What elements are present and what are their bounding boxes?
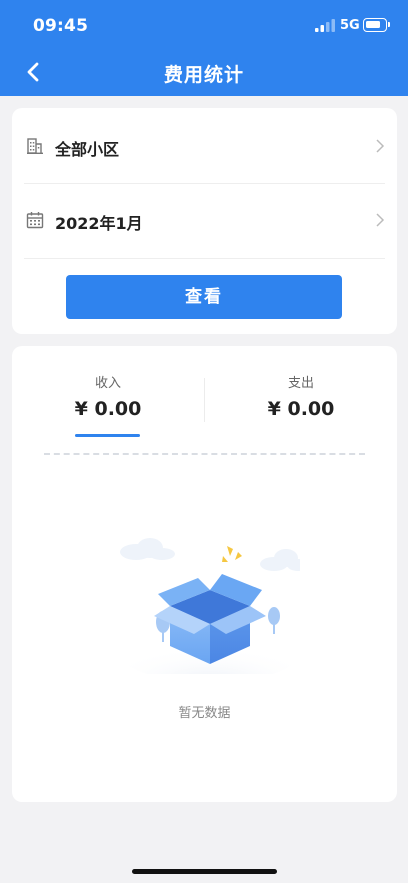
battery-icon bbox=[363, 18, 390, 32]
active-tab-indicator bbox=[75, 434, 140, 437]
expense-tab[interactable]: 支出 ¥ 0.00 bbox=[205, 346, 397, 441]
building-icon bbox=[27, 138, 43, 154]
calendar-icon bbox=[26, 212, 44, 229]
chevron-right-icon bbox=[376, 139, 385, 153]
signal-icon bbox=[315, 19, 335, 32]
page-title: 费用统计 bbox=[163, 64, 244, 86]
dashed-divider bbox=[44, 453, 365, 455]
income-tab[interactable]: 收入 ¥ 0.00 bbox=[12, 346, 204, 441]
divider bbox=[24, 258, 385, 259]
income-value: ¥ 0.00 bbox=[74, 398, 142, 420]
expense-label: 支出 bbox=[287, 376, 314, 391]
month-selector[interactable]: 2022年1月 bbox=[12, 184, 397, 256]
network-type: 5G bbox=[340, 18, 360, 33]
home-indicator bbox=[132, 869, 277, 874]
filter-card: 全部小区 2022年1月 查看 bbox=[12, 108, 397, 334]
nav-bar: 费用统计 bbox=[0, 50, 408, 96]
income-label: 收入 bbox=[94, 376, 121, 391]
chevron-right-icon bbox=[376, 213, 385, 227]
app-header: 09:45 5G 费用统计 bbox=[0, 0, 408, 96]
community-selector[interactable]: 全部小区 bbox=[12, 110, 397, 182]
expense-value: ¥ 0.00 bbox=[267, 398, 335, 420]
status-time: 09:45 bbox=[33, 16, 89, 36]
community-label: 全部小区 bbox=[55, 140, 120, 159]
status-bar: 09:45 5G bbox=[0, 0, 408, 50]
empty-state-text: 暂无数据 bbox=[178, 706, 231, 721]
empty-box-illustration bbox=[118, 538, 300, 674]
stats-card: 收入 ¥ 0.00 支出 ¥ 0.00 暂无数据 bbox=[12, 346, 397, 802]
query-button[interactable]: 查看 bbox=[66, 275, 342, 319]
month-label: 2022年1月 bbox=[55, 214, 143, 233]
